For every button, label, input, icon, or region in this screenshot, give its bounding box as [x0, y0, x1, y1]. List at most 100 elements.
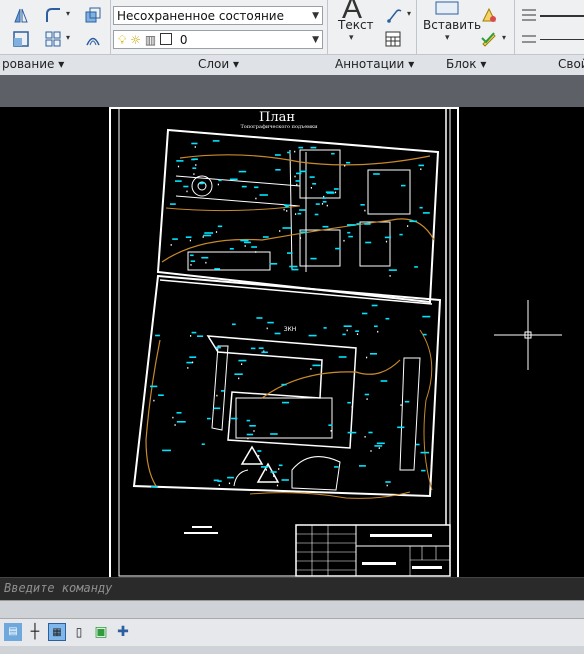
road-line [289, 149, 293, 271]
survey-point-label [203, 234, 212, 237]
survey-point-marker [310, 187, 312, 189]
plan-title: План [259, 110, 295, 125]
survey-point-label [232, 323, 236, 326]
leader-icon[interactable] [386, 6, 404, 24]
outbuilding-right [399, 357, 421, 471]
ribbon: ▾ ▾ Несохраненное состояние листа ▼ 💡︎ ☼… [0, 0, 584, 75]
survey-point-label [399, 233, 403, 236]
survey-point-label [256, 317, 263, 319]
fillet-dropdown-icon[interactable]: ▾ [66, 9, 70, 18]
horizontal-scroll-band[interactable] [0, 600, 584, 619]
survey-point-label [185, 236, 192, 238]
survey-point-marker [217, 183, 219, 186]
survey-point-label [190, 254, 194, 257]
array-icon[interactable] [84, 6, 102, 24]
survey-point-label [172, 238, 178, 240]
survey-point-marker [187, 367, 189, 369]
status-bar: ▤ ┼ ▦ ▯ ▣ ✚ [0, 618, 584, 647]
command-input[interactable]: Введите команду [4, 581, 112, 595]
grid-mode-icon[interactable]: ▦ [48, 623, 66, 641]
mirror-icon[interactable] [12, 6, 30, 24]
survey-point-label [416, 443, 420, 446]
survey-point-marker [310, 368, 312, 370]
contour-line [161, 218, 435, 263]
table-icon[interactable] [384, 30, 402, 48]
linetype-line[interactable] [540, 39, 584, 40]
chevron-down-icon: ▾ [233, 57, 240, 71]
panel-block[interactable]: Блок ▾ [446, 57, 486, 71]
survey-point-label [310, 257, 317, 260]
grid-array-icon[interactable] [44, 30, 62, 48]
panel-draw-modify[interactable]: рование ▾ [2, 57, 64, 71]
scale-icon[interactable] [12, 30, 30, 48]
survey-point-label [299, 231, 308, 233]
ortho-mode-icon[interactable]: ┼ [26, 623, 44, 641]
survey-point-label [364, 223, 371, 225]
survey-point-label [191, 331, 197, 334]
drawing-canvas[interactable]: План Топографического подъемки ЗКН [0, 107, 584, 577]
survey-point-label [397, 426, 405, 429]
survey-point-label [246, 433, 254, 436]
survey-point-label [274, 332, 281, 335]
text-button[interactable]: A Текст ▾ [332, 0, 376, 54]
grid-array-dropdown-icon[interactable]: ▾ [66, 33, 70, 42]
layer-state-combo[interactable]: Несохраненное состояние листа ▼ [113, 6, 323, 42]
offset-icon[interactable] [84, 30, 102, 48]
survey-point-label [150, 385, 158, 388]
panel-annotations[interactable]: Аннотации ▾ [335, 57, 414, 71]
survey-point-label [385, 481, 391, 483]
panel-properties[interactable]: Свой [558, 57, 584, 71]
survey-point-label [420, 451, 430, 454]
survey-point-marker [238, 377, 240, 380]
snap-mode-icon[interactable]: ▤ [4, 623, 22, 641]
ribbon-panel-titles: рование ▾ Слои ▾ Аннотации ▾ Блок ▾ Свой [0, 54, 584, 75]
survey-point-label [158, 394, 164, 396]
layer-combo[interactable]: 💡︎ ☼ ▥ 0 ▼ [113, 30, 323, 49]
panel-layers[interactable]: Слои ▾ [198, 57, 239, 71]
command-line[interactable]: Введите команду [0, 577, 584, 600]
survey-point-label [384, 236, 391, 239]
survey-point-label [348, 235, 353, 238]
chevron-down-icon: ▾ [480, 57, 487, 71]
survey-point-label [176, 160, 184, 162]
survey-point-label [287, 151, 291, 154]
survey-point-marker [190, 335, 192, 337]
lock-icon: ▥ [144, 33, 157, 47]
fillet-icon[interactable] [44, 6, 62, 24]
status-bar-bottom [0, 646, 584, 654]
survey-point-label [347, 401, 351, 404]
create-block-icon[interactable] [480, 6, 498, 24]
survey-point-label [409, 220, 417, 223]
edit-block-dropdown-icon[interactable]: ▾ [502, 33, 506, 42]
insert-button[interactable]: Вставить ▾ [420, 0, 481, 54]
survey-point-label [296, 172, 302, 175]
selection-cycling-icon[interactable]: ✚ [114, 623, 132, 641]
chevron-down-icon: ▼ [312, 35, 319, 45]
survey-point-label [176, 421, 186, 423]
arc-building [233, 469, 249, 487]
survey-point-label [362, 312, 368, 315]
survey-point-label [191, 158, 196, 161]
lineweight-line[interactable] [540, 15, 584, 17]
survey-point-label [197, 335, 204, 337]
edit-block-icon[interactable] [480, 30, 498, 48]
survey-point-marker [295, 213, 297, 215]
survey-point-label [342, 333, 346, 336]
survey-point-label [322, 225, 329, 228]
survey-point-label [213, 479, 219, 482]
lineweight-toggle-icon[interactable]: ▯ [70, 623, 88, 641]
survey-point-label [356, 223, 361, 225]
survey-point-label [162, 449, 171, 452]
transparency-toggle-icon[interactable]: ▣ [92, 623, 110, 641]
survey-point-marker [258, 455, 260, 457]
survey-point-label [370, 353, 377, 355]
boundary-divider [159, 279, 433, 305]
list-properties-icon[interactable] [520, 30, 538, 48]
survey-point-marker [351, 406, 353, 408]
leader-dropdown-icon[interactable]: ▾ [407, 9, 411, 18]
survey-point-marker [279, 230, 281, 232]
survey-point-label [298, 146, 304, 149]
match-properties-icon[interactable] [520, 6, 538, 24]
survey-point-label [374, 445, 383, 447]
survey-point-label [186, 361, 193, 364]
